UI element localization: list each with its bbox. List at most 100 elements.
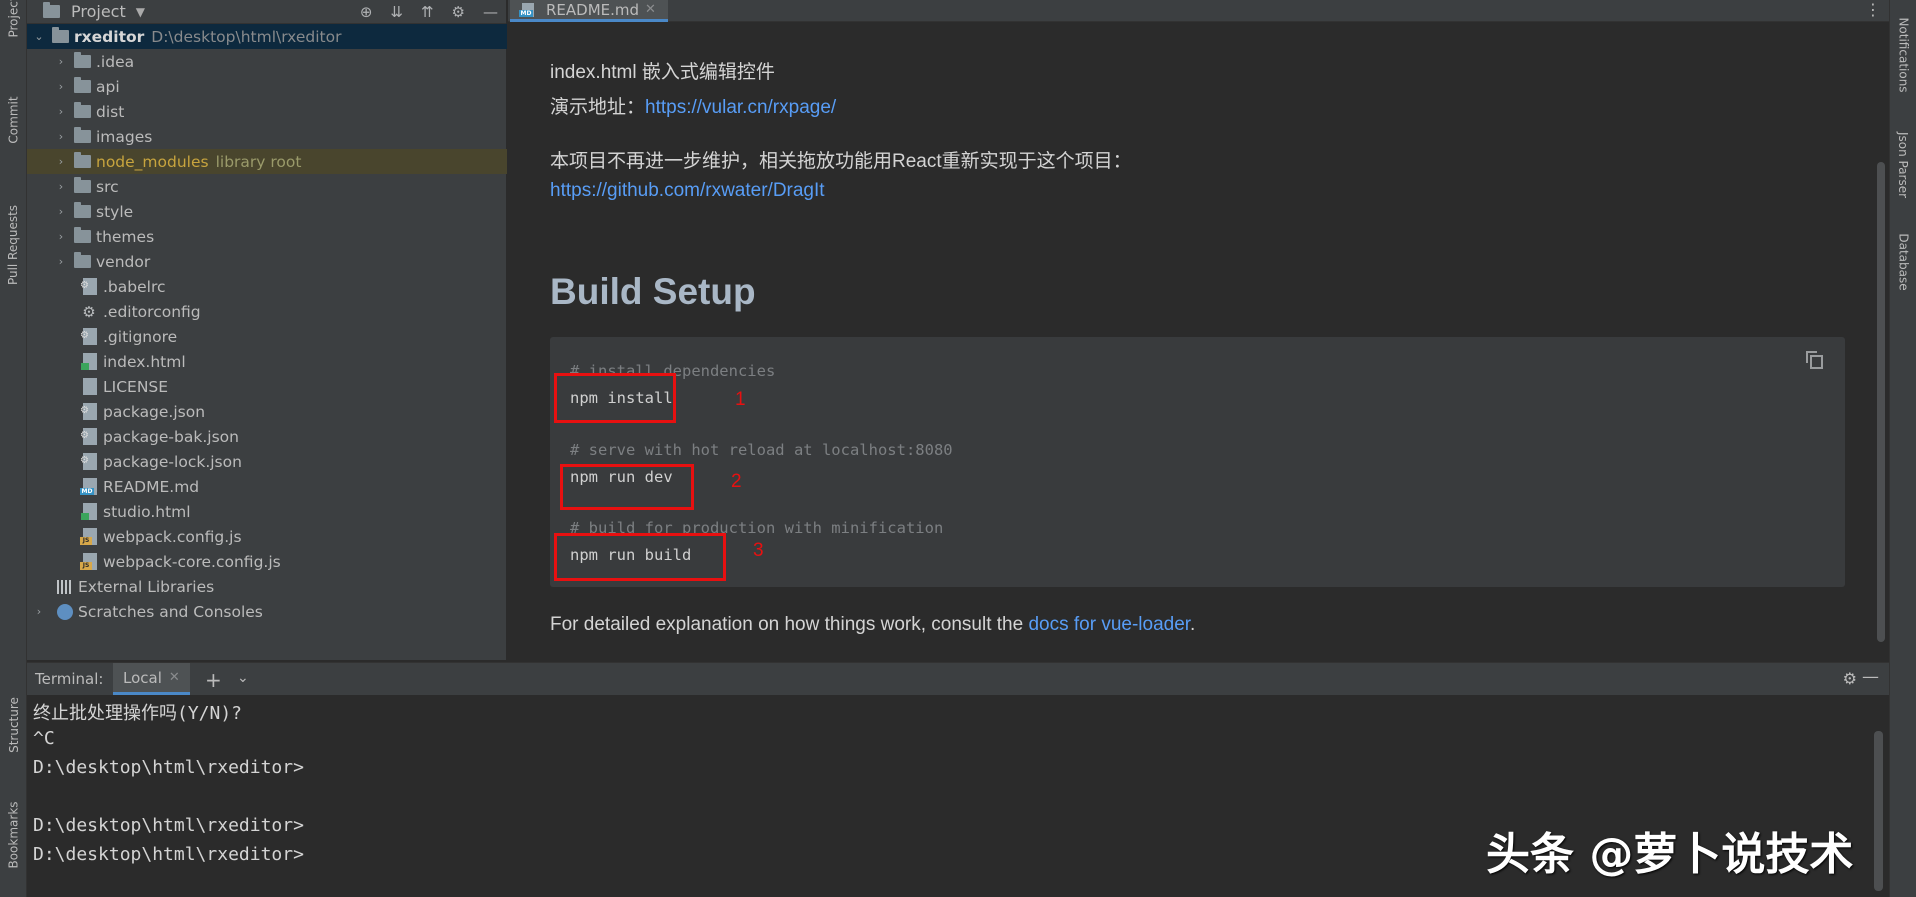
project-icon xyxy=(43,2,60,18)
highlight-box-3 xyxy=(554,533,726,581)
tree-folder[interactable]: › themes xyxy=(27,224,507,249)
folder-icon xyxy=(74,202,91,218)
minimize-icon[interactable]: — xyxy=(1862,667,1879,687)
folder-icon xyxy=(74,152,91,168)
project-tool-tab[interactable]: Project xyxy=(0,0,27,38)
json-file-icon xyxy=(80,450,97,472)
gear-icon[interactable]: ⚙ xyxy=(1843,669,1857,688)
tree-file[interactable]: .gitignore xyxy=(27,324,507,349)
tree-folder[interactable]: › src xyxy=(27,174,507,199)
tree-file[interactable]: package-lock.json xyxy=(27,449,507,474)
chevron-right-icon[interactable]: › xyxy=(55,55,67,68)
right-tool-strip: Notifications Json Parser Database xyxy=(1889,0,1916,897)
tab-readme[interactable]: README.md ✕ xyxy=(510,0,668,22)
chevron-right-icon[interactable]: › xyxy=(33,605,45,618)
library-icon xyxy=(57,579,73,594)
locate-icon[interactable]: ⊕ xyxy=(360,3,373,21)
annotation-number: 1 xyxy=(735,389,746,410)
tree-file[interactable]: index.html xyxy=(27,349,507,374)
tree-file[interactable]: package-bak.json xyxy=(27,424,507,449)
html-file-icon xyxy=(81,503,97,520)
copy-icon[interactable] xyxy=(1806,351,1823,369)
tree-folder[interactable]: › api xyxy=(27,74,507,99)
folder-icon xyxy=(74,227,91,243)
editor-scrollbar[interactable] xyxy=(1877,162,1885,642)
new-terminal-icon[interactable]: + xyxy=(205,668,222,692)
highlight-box-1 xyxy=(554,373,676,423)
chevron-down-icon[interactable]: ⌄ xyxy=(237,670,249,686)
tree-file[interactable]: LICENSE xyxy=(27,374,507,399)
demo-line: 演示地址：https://vular.cn/rxpage/ xyxy=(550,97,837,118)
tree-folder[interactable]: › images xyxy=(27,124,507,149)
tree-external-libraries[interactable]: External Libraries xyxy=(27,574,507,599)
tree-file[interactable]: ⚙ .editorconfig xyxy=(27,299,507,324)
tree-folder[interactable]: › vendor xyxy=(27,249,507,274)
tree-file[interactable]: studio.html xyxy=(27,499,507,524)
dragit-line: https://github.com/rxwater/DragIt xyxy=(550,180,825,202)
close-icon[interactable]: ✕ xyxy=(169,670,180,685)
notifications-tool-tab[interactable]: Notifications xyxy=(1890,0,1916,110)
tree-file[interactable]: package.json xyxy=(27,399,507,424)
project-view-selector[interactable]: Project xyxy=(71,2,126,21)
text-file-icon xyxy=(83,378,97,395)
gear-icon: ⚙ xyxy=(82,302,96,321)
chevron-right-icon[interactable]: › xyxy=(55,80,67,93)
json-file-icon xyxy=(80,400,97,422)
folder-icon xyxy=(52,27,69,43)
chevron-right-icon[interactable]: › xyxy=(55,105,67,118)
chevron-down-icon[interactable]: ⌄ xyxy=(33,30,45,43)
database-tool-tab[interactable]: Database xyxy=(1890,222,1916,302)
tab-terminal-local[interactable]: Local ✕ xyxy=(113,663,190,695)
chevron-right-icon[interactable]: › xyxy=(55,155,67,168)
chevron-right-icon[interactable]: › xyxy=(55,205,67,218)
more-options-icon[interactable]: ⋮ xyxy=(1865,0,1881,19)
chevron-right-icon[interactable]: › xyxy=(55,130,67,143)
index-description: index.html 嵌入式编辑控件 xyxy=(550,62,775,83)
commit-tool-tab[interactable]: Commit xyxy=(0,80,27,160)
folder-icon xyxy=(74,52,91,68)
js-file-icon xyxy=(80,528,97,545)
tree-folder[interactable]: › style xyxy=(27,199,507,224)
tree-file[interactable]: .babelrc xyxy=(27,274,507,299)
chevron-right-icon[interactable]: › xyxy=(55,230,67,243)
terminal-header: Terminal: Local ✕ + ⌄ ⚙ — xyxy=(27,663,1889,695)
folder-icon xyxy=(74,252,91,268)
vue-loader-docs-link[interactable]: docs for vue-loader xyxy=(1028,614,1190,635)
tree-file[interactable]: webpack.config.js xyxy=(27,524,507,549)
terminal-line: D:\desktop\html\rxeditor> xyxy=(33,815,304,836)
footer-paragraph: For detailed explanation on how things w… xyxy=(550,614,1196,635)
tree-folder-node-modules[interactable]: › node_modules library root xyxy=(27,149,507,174)
markdown-file-icon xyxy=(80,478,97,495)
tree-folder[interactable]: › dist xyxy=(27,99,507,124)
json-parser-tool-tab[interactable]: Json Parser xyxy=(1890,125,1916,205)
chevron-down-icon[interactable]: ▼ xyxy=(136,5,145,19)
markdown-file-icon xyxy=(519,2,534,17)
minimize-icon[interactable]: — xyxy=(483,3,498,21)
pull-requests-tool-tab[interactable]: Pull Requests xyxy=(0,185,27,305)
chevron-right-icon[interactable]: › xyxy=(55,180,67,193)
terminal-line: 终止批处理操作吗(Y/N)? xyxy=(33,703,243,724)
tree-root-rxeditor[interactable]: ⌄ rxeditor D:\desktop\html\rxeditor xyxy=(27,24,507,49)
collapse-all-icon[interactable]: ⇈ xyxy=(421,3,434,21)
terminal-prompt[interactable]: D:\desktop\html\rxeditor> xyxy=(33,844,304,865)
js-file-icon xyxy=(80,553,97,570)
project-panel-header: Project ▼ ⊕ ⇊ ⇈ ⚙ — xyxy=(27,0,506,24)
terminal-scrollbar[interactable] xyxy=(1874,731,1883,891)
demo-link[interactable]: https://vular.cn/rxpage/ xyxy=(645,97,836,118)
folder-icon xyxy=(74,102,91,118)
folder-icon xyxy=(74,127,91,143)
bookmarks-tool-tab[interactable]: Bookmarks xyxy=(0,785,27,885)
dragit-link[interactable]: https://github.com/rxwater/DragIt xyxy=(550,180,825,201)
structure-tool-tab[interactable]: Structure xyxy=(0,680,27,770)
tree-folder[interactable]: › .idea xyxy=(27,49,507,74)
tree-file[interactable]: webpack-core.config.js xyxy=(27,549,507,574)
code-comment: # serve with hot reload at localhost:808… xyxy=(570,441,953,459)
highlight-box-2 xyxy=(560,464,694,510)
chevron-right-icon[interactable]: › xyxy=(55,255,67,268)
tree-file[interactable]: README.md xyxy=(27,474,507,499)
close-icon[interactable]: ✕ xyxy=(645,2,656,17)
maintenance-note: 本项目不再进一步维护，相关拖放功能用React重新实现于这个项目： xyxy=(550,151,1132,172)
expand-all-icon[interactable]: ⇊ xyxy=(390,3,403,21)
gear-icon[interactable]: ⚙ xyxy=(452,3,465,21)
tree-scratches[interactable]: › Scratches and Consoles xyxy=(27,599,507,624)
